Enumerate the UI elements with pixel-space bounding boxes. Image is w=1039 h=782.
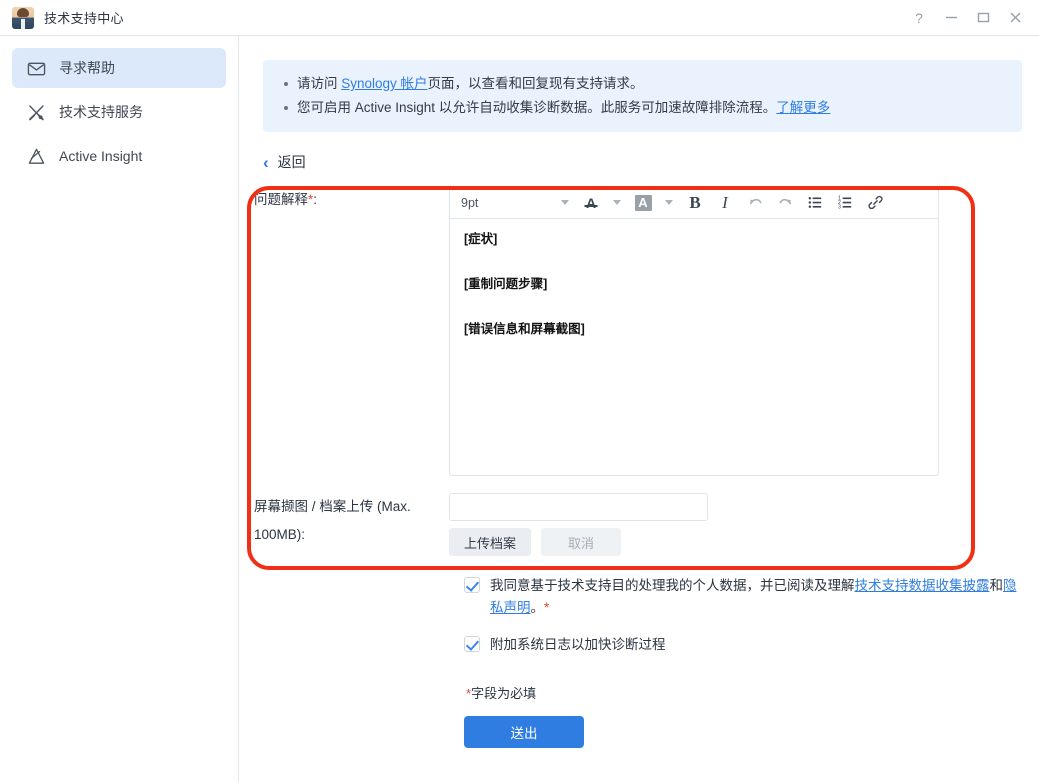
consent-text: 我同意基于技术支持目的处理我的个人数据，并已阅读及理解技术支持数据收集披露和隐私… <box>490 575 1020 619</box>
consent-text-post: 。 <box>530 600 545 615</box>
redo-button[interactable] <box>770 188 800 218</box>
font-size-value: 9pt <box>461 195 479 210</box>
numbered-list-button[interactable]: 1 2 3 <box>830 188 860 218</box>
upload-file-button[interactable]: 上传档案 <box>449 528 532 556</box>
required-note-text: 字段为必填 <box>471 686 537 701</box>
editor-content-area[interactable]: [症状] [重制问题步骤] [错误信息和屏幕截图] <box>449 218 939 476</box>
description-label: 问题解释*: <box>239 186 449 214</box>
learn-more-link[interactable]: 了解更多 <box>776 100 830 115</box>
description-label-text: 问题解释 <box>254 192 308 207</box>
support-center-window: 技术支持中心 ? 寻求帮助 技术支持服务 Active Insight 请访问 … <box>0 0 1039 782</box>
main-content: 请访问 Synology 帐户页面，以查看和回复现有支持请求。 您可启用 Act… <box>239 36 1039 782</box>
submit-button[interactable]: 送出 <box>464 716 584 748</box>
synology-account-link[interactable]: Synology 帐户 <box>341 76 427 91</box>
italic-button[interactable]: I <box>710 188 740 218</box>
notice-text-post: 页面，以查看和回复现有支持请求。 <box>427 76 644 91</box>
support-agent-avatar-icon <box>12 6 34 29</box>
title-bar-left: 技术支持中心 <box>12 6 124 29</box>
minimize-icon[interactable] <box>935 3 967 33</box>
font-color-glyph: A <box>585 194 597 211</box>
help-glyph: ? <box>915 9 923 26</box>
back-label: 返回 <box>277 154 306 170</box>
tools-icon <box>26 102 46 122</box>
upload-file-input[interactable] <box>449 493 708 521</box>
svg-text:3: 3 <box>837 205 840 211</box>
support-request-form: 问题解释*: 9pt A A B I 1 2 3 [症状] [重制问题步骤] [… <box>239 186 1039 570</box>
sidebar-item-label: 技术支持服务 <box>59 104 143 120</box>
attach-logs-text: 附加系统日志以加快诊断过程 <box>490 637 666 652</box>
editor-toolbar: 9pt A A B I 1 2 3 <box>449 186 939 218</box>
insert-link-button[interactable] <box>860 188 890 218</box>
upload-label-line2: 100MB): <box>254 527 306 542</box>
editor-line-repro-steps: [重制问题步骤] <box>464 277 548 291</box>
upload-button-group: 上传档案 取消 <box>449 528 939 556</box>
sidebar-item-support-services[interactable]: 技术支持服务 <box>12 92 226 132</box>
content-scroll-area[interactable]: 请访问 Synology 帐户页面，以查看和回复现有支持请求。 您可启用 Act… <box>239 60 1039 782</box>
cancel-upload-button[interactable]: 取消 <box>541 528 622 556</box>
font-size-select[interactable]: 9pt <box>450 188 554 218</box>
active-insight-icon <box>26 146 46 166</box>
support-data-disclosure-link[interactable]: 技术支持数据收集披露 <box>855 578 990 593</box>
agreement-row-attach-logs: 附加系统日志以加快诊断过程 <box>464 634 1039 656</box>
window-body: 寻求帮助 技术支持服务 Active Insight 请访问 Synology … <box>0 36 1039 782</box>
bold-button[interactable]: B <box>680 188 710 218</box>
upload-label: 屏幕撷图 / 档案上传 (Max. 100MB): <box>239 493 449 549</box>
close-icon[interactable] <box>999 3 1031 33</box>
font-size-caret-icon[interactable] <box>554 188 576 218</box>
highlight-color-caret-icon[interactable] <box>658 188 680 218</box>
notice-text-pre: 请访问 <box>297 76 342 91</box>
agreements-section: 我同意基于技术支持目的处理我的个人数据，并已阅读及理解技术支持数据收集披露和隐私… <box>239 575 1039 748</box>
sidebar-item-seek-help[interactable]: 寻求帮助 <box>12 48 226 88</box>
label-colon: : <box>313 192 318 207</box>
editor-line-symptom: [症状] <box>464 232 498 246</box>
consent-checkbox[interactable] <box>464 577 480 593</box>
upload-form-row: 屏幕撷图 / 档案上传 (Max. 100MB): 上传档案 取消 <box>239 493 1039 556</box>
title-bar: 技术支持中心 ? <box>0 0 1039 36</box>
notice-text-pre: 您可启用 Active Insight 以允许自动收集诊断数据。此服务可加速故障… <box>297 100 777 115</box>
undo-button[interactable] <box>740 188 770 218</box>
window-controls: ? <box>903 3 1031 33</box>
font-color-button[interactable]: A <box>576 188 606 218</box>
back-button[interactable]: ‹ 返回 <box>263 152 306 172</box>
envelope-icon <box>26 58 46 78</box>
bullet-list-button[interactable] <box>800 188 830 218</box>
sidebar: 寻求帮助 技术支持服务 Active Insight <box>0 36 239 782</box>
notice-banner: 请访问 Synology 帐户页面，以查看和回复现有支持请求。 您可启用 Act… <box>263 60 1022 132</box>
font-color-caret-icon[interactable] <box>606 188 628 218</box>
help-icon[interactable]: ? <box>903 3 935 33</box>
consent-text-mid: 和 <box>989 578 1004 593</box>
chevron-left-icon: ‹ <box>263 152 269 172</box>
attach-logs-checkbox[interactable] <box>464 636 480 652</box>
editor-line-error-screenshots: [错误信息和屏幕截图] <box>464 322 585 336</box>
agreement-row-consent: 我同意基于技术支持目的处理我的个人数据，并已阅读及理解技术支持数据收集披露和隐私… <box>464 575 1039 619</box>
notice-item-account: 请访问 Synology 帐户页面，以查看和回复现有支持请求。 <box>281 74 1004 94</box>
maximize-icon[interactable] <box>967 3 999 33</box>
upload-controls: 上传档案 取消 <box>449 493 939 556</box>
rich-text-editor: 9pt A A B I 1 2 3 [症状] [重制问题步骤] [错误信息和屏幕… <box>449 186 939 476</box>
highlight-color-button[interactable]: A <box>628 188 658 218</box>
sidebar-item-active-insight[interactable]: Active Insight <box>12 136 226 176</box>
consent-required-asterisk: * <box>544 600 550 615</box>
app-title: 技术支持中心 <box>44 11 124 26</box>
notice-item-active-insight: 您可启用 Active Insight 以允许自动收集诊断数据。此服务可加速故障… <box>281 98 1004 118</box>
sidebar-item-label: 寻求帮助 <box>59 60 115 76</box>
description-form-row: 问题解释*: 9pt A A B I 1 2 3 [症状] [重制问题步骤] [… <box>239 186 1039 476</box>
sidebar-item-label: Active Insight <box>59 148 143 164</box>
upload-label-line1: 屏幕撷图 / 档案上传 (Max. <box>254 499 411 514</box>
consent-text-pre: 我同意基于技术支持目的处理我的个人数据，并已阅读及理解 <box>490 578 855 593</box>
highlight-color-glyph: A <box>634 194 652 211</box>
notice-list: 请访问 Synology 帐户页面，以查看和回复现有支持请求。 您可启用 Act… <box>281 74 1004 118</box>
required-fields-note: *字段为必填 <box>466 683 1039 702</box>
